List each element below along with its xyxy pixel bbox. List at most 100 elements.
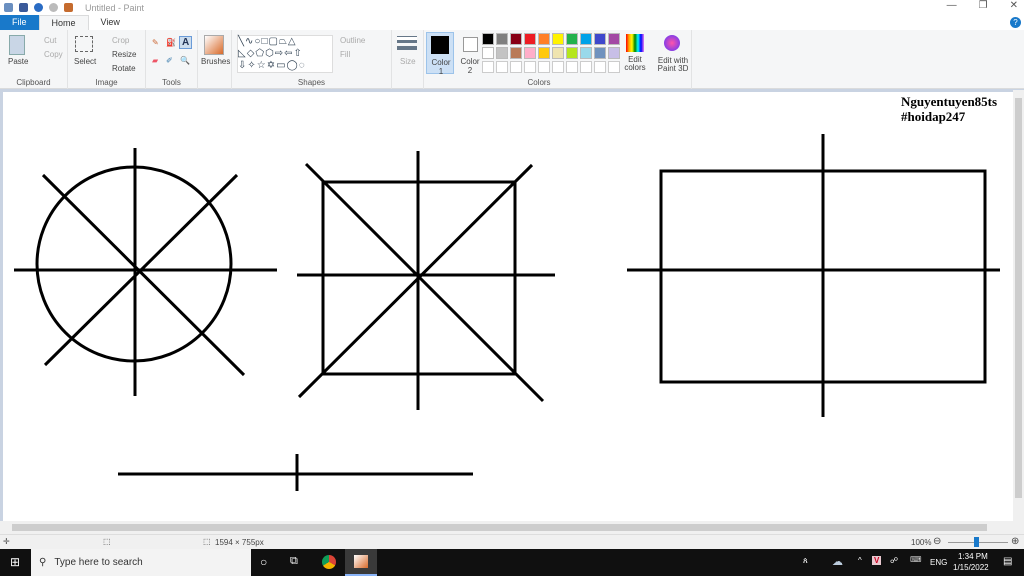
color-swatch[interactable] bbox=[566, 61, 578, 73]
undo-icon[interactable] bbox=[34, 3, 43, 12]
clock-time[interactable]: 1:34 PM bbox=[958, 552, 988, 561]
select-button[interactable]: Select bbox=[74, 57, 96, 66]
crop-button[interactable]: Crop bbox=[112, 36, 129, 45]
close-button[interactable]: ✕ bbox=[1010, 0, 1018, 11]
save-icon[interactable] bbox=[19, 3, 28, 12]
edit-with-paint3d-button[interactable]: Edit with Paint 3D bbox=[654, 57, 692, 73]
keyboard-icon[interactable]: ⌨ bbox=[910, 555, 922, 564]
text-tool-icon[interactable]: A bbox=[179, 36, 193, 49]
paint-taskbar-icon[interactable] bbox=[345, 549, 377, 576]
help-icon[interactable]: ? bbox=[1010, 17, 1021, 28]
cortana-icon[interactable]: ○ bbox=[260, 555, 267, 569]
edit-colors-icon[interactable] bbox=[626, 34, 644, 52]
color-swatch[interactable] bbox=[566, 47, 578, 59]
color-swatch[interactable] bbox=[538, 61, 550, 73]
notifications-icon[interactable]: ▤ bbox=[1003, 556, 1012, 567]
color-swatch[interactable] bbox=[482, 47, 494, 59]
color-swatch[interactable] bbox=[482, 33, 494, 45]
edit-colors-button[interactable]: Edit colors bbox=[622, 56, 648, 72]
quick-access-customize-icon[interactable] bbox=[64, 3, 73, 12]
color-swatch[interactable] bbox=[538, 33, 550, 45]
color-swatch[interactable] bbox=[552, 61, 564, 73]
brushes-icon[interactable] bbox=[204, 35, 224, 55]
task-view-icon[interactable]: ⧉ bbox=[290, 555, 298, 568]
cursor-position-icon: ✛ bbox=[3, 537, 10, 546]
ribbon: Paste Cut Copy Clipboard Select Crop Res… bbox=[0, 30, 1024, 89]
paint3d-icon[interactable] bbox=[664, 35, 680, 51]
pencil-icon[interactable]: ✎ bbox=[152, 38, 159, 47]
signature-line1: Nguyentuyen85ts bbox=[901, 94, 998, 109]
unikey-icon[interactable]: V bbox=[872, 556, 882, 565]
people-icon[interactable]: ጰ bbox=[803, 556, 808, 566]
color-swatch[interactable] bbox=[496, 47, 508, 59]
color-swatch[interactable] bbox=[594, 33, 606, 45]
rotate-button[interactable]: Rotate bbox=[112, 64, 136, 73]
windows-start-icon[interactable]: ⊞ bbox=[10, 555, 20, 569]
brushes-button[interactable]: Brushes bbox=[201, 57, 230, 66]
onedrive-icon[interactable]: ☁ bbox=[832, 555, 843, 568]
cut-button[interactable]: Cut bbox=[44, 36, 56, 45]
color-swatch[interactable] bbox=[608, 33, 620, 45]
color-swatch[interactable] bbox=[552, 47, 564, 59]
copy-button[interactable]: Copy bbox=[44, 50, 63, 59]
shapes-gallery[interactable]: ╲∿○□▢⏢△ ◺◇⬠⬡⇨⇦⇧ ⇩✧☆✡▭◯◌ bbox=[237, 35, 333, 73]
drawing-canvas[interactable]: Nguyentuyen85ts #hoidap247 bbox=[3, 92, 1013, 521]
eraser-icon[interactable]: ▰ bbox=[152, 56, 158, 65]
resize-button[interactable]: Resize bbox=[112, 50, 136, 59]
color-swatch[interactable] bbox=[580, 47, 592, 59]
colors-label: Colors bbox=[527, 78, 551, 87]
fill-button[interactable]: Fill bbox=[340, 50, 350, 59]
taskbar-search[interactable]: ⚲ Type here to search bbox=[31, 549, 251, 576]
color-swatch[interactable] bbox=[510, 47, 522, 59]
image-size-icon: ⬚ bbox=[203, 537, 211, 546]
select-icon[interactable] bbox=[75, 36, 93, 52]
search-icon: ⚲ bbox=[39, 557, 47, 568]
color-swatch[interactable] bbox=[524, 61, 536, 73]
color-swatch[interactable] bbox=[524, 33, 536, 45]
paint-app-icon bbox=[4, 3, 13, 12]
zoom-in-button[interactable]: ⊕ bbox=[1011, 536, 1019, 547]
vertical-scrollbar[interactable] bbox=[1013, 90, 1024, 521]
color-swatch[interactable] bbox=[566, 33, 578, 45]
color-swatch[interactable] bbox=[608, 47, 620, 59]
show-hidden-icons[interactable]: ^ bbox=[858, 556, 862, 565]
color-picker-icon[interactable]: ✐ bbox=[166, 56, 173, 65]
chrome-icon[interactable] bbox=[322, 555, 336, 569]
tab-view[interactable]: View bbox=[89, 15, 132, 30]
color-swatch[interactable] bbox=[524, 47, 536, 59]
size-icon[interactable] bbox=[397, 36, 417, 50]
color2-button[interactable]: Color 2 bbox=[456, 32, 484, 75]
paste-icon[interactable] bbox=[9, 35, 25, 55]
clock-date[interactable]: 1/15/2022 bbox=[953, 563, 989, 572]
color-swatch[interactable] bbox=[580, 61, 592, 73]
magnifier-icon[interactable]: 🔍 bbox=[180, 56, 190, 65]
color-swatch[interactable] bbox=[496, 33, 508, 45]
clipboard-label: Clipboard bbox=[16, 78, 51, 87]
language-indicator[interactable]: ENG bbox=[930, 558, 947, 567]
color-swatch[interactable] bbox=[496, 61, 508, 73]
paste-button[interactable]: Paste bbox=[8, 57, 28, 66]
color-swatch[interactable] bbox=[510, 61, 522, 73]
horizontal-scrollbar[interactable] bbox=[0, 521, 1024, 534]
fill-icon[interactable]: ⛽ bbox=[166, 38, 176, 47]
restore-button[interactable]: ❐ bbox=[979, 0, 988, 11]
color-swatch[interactable] bbox=[482, 61, 494, 73]
tab-home[interactable]: Home bbox=[38, 15, 89, 30]
network-icon[interactable]: ☍ bbox=[890, 556, 898, 565]
color-swatch[interactable] bbox=[608, 61, 620, 73]
size-button[interactable]: Size bbox=[400, 57, 416, 66]
redo-icon[interactable] bbox=[49, 3, 58, 12]
color1-button[interactable]: Color 1 bbox=[426, 32, 454, 76]
zoom-slider-thumb[interactable] bbox=[974, 537, 979, 547]
color-swatch[interactable] bbox=[538, 47, 550, 59]
color-swatch[interactable] bbox=[580, 33, 592, 45]
color-swatch[interactable] bbox=[594, 47, 606, 59]
color-swatch[interactable] bbox=[510, 33, 522, 45]
outline-button[interactable]: Outline bbox=[340, 36, 365, 45]
color-swatch[interactable] bbox=[552, 33, 564, 45]
minimize-button[interactable]: — bbox=[947, 0, 957, 11]
tab-file[interactable]: File bbox=[0, 15, 39, 30]
signature-line2: #hoidap247 bbox=[901, 109, 966, 124]
zoom-out-button[interactable]: ⊖ bbox=[933, 536, 941, 547]
color-swatch[interactable] bbox=[594, 61, 606, 73]
